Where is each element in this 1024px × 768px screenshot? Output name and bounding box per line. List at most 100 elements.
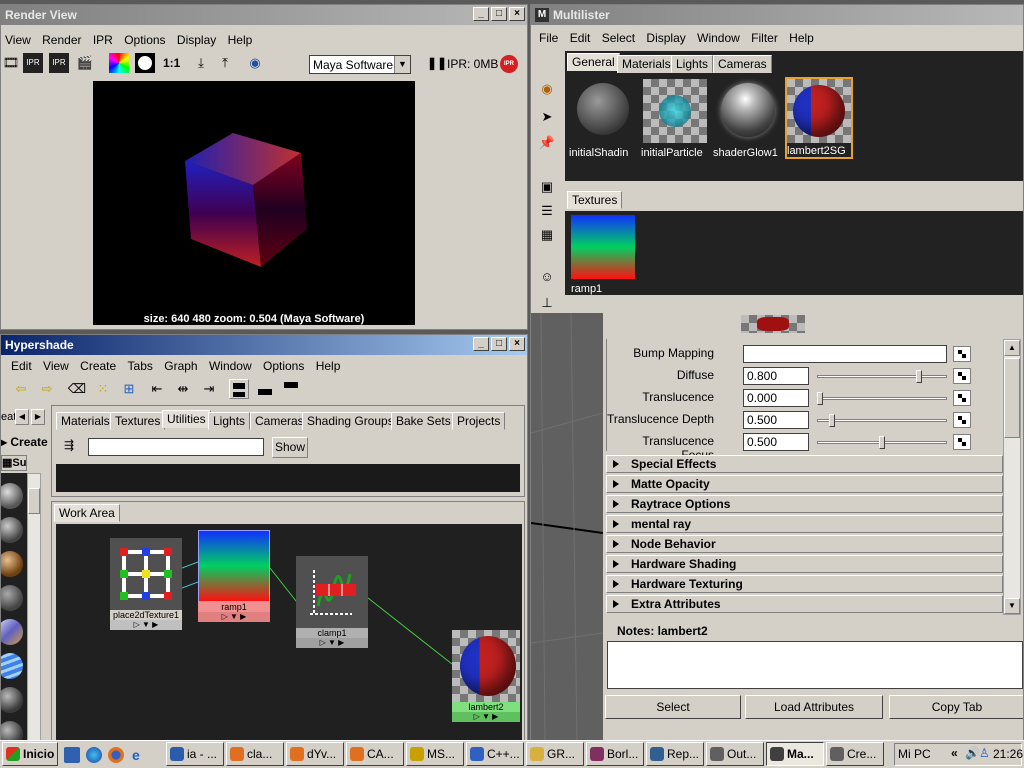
menu-display[interactable]: Display [173, 31, 220, 49]
attr-slider[interactable] [817, 375, 947, 378]
chevron-down-icon[interactable]: ▼ [394, 56, 410, 73]
menu-display[interactable]: Display [642, 29, 689, 47]
node-ports[interactable]: ▷ ▼ ▶ [452, 712, 520, 722]
node-ports[interactable]: ▷ ▼ ▶ [110, 620, 182, 630]
layout-bottom-icon[interactable] [255, 379, 275, 399]
taskbar-button[interactable]: Rep... [646, 742, 704, 766]
tab-cameras[interactable]: Cameras [713, 55, 772, 73]
tab-cameras[interactable]: Cameras [250, 412, 309, 430]
tray-label[interactable]: Mi PC [898, 747, 931, 761]
ipr-refresh-icon[interactable]: IPR [49, 53, 69, 73]
scroll-down-arrow-icon[interactable]: ▼ [1004, 598, 1020, 614]
pin-icon[interactable]: 📌 [537, 133, 557, 153]
expand-triangle-icon[interactable] [613, 480, 619, 488]
copy-tab-button[interactable]: Copy Tab [889, 695, 1023, 719]
phong-swatch-icon[interactable] [1, 687, 23, 713]
volume-icon[interactable]: 🔊 [965, 746, 980, 760]
scroll-left-arrow-icon[interactable]: ◀ [15, 409, 29, 425]
network-icon[interactable]: ♙ [979, 746, 990, 760]
menu-options[interactable]: Options [259, 357, 308, 375]
taskbar-button[interactable]: Cre... [826, 742, 884, 766]
tab-textures[interactable]: Textures [567, 191, 623, 209]
frame-hardware-shading[interactable]: Hardware Shading [606, 555, 1003, 573]
list-icon[interactable]: ☰ [537, 201, 557, 221]
tab-utilities[interactable]: Utilities [162, 410, 211, 428]
menu-edit[interactable]: Edit [566, 29, 595, 47]
tab-shading-groups[interactable]: Shading Groups [302, 412, 399, 430]
tray-expand-icon[interactable]: « [951, 746, 958, 760]
slider-thumb[interactable] [817, 392, 823, 405]
close-button[interactable]: × [509, 337, 525, 351]
node-ports[interactable]: ▷ ▼ ▶ [296, 638, 368, 648]
map-button-icon[interactable] [953, 412, 971, 428]
map-button-icon[interactable] [953, 346, 971, 362]
expand-triangle-icon[interactable] [613, 520, 619, 528]
anisotropic-swatch-icon[interactable] [1, 483, 23, 509]
grid-icon[interactable]: ▦ [537, 225, 557, 245]
slider-thumb[interactable] [829, 414, 836, 427]
taskbar-button[interactable]: MS... [406, 742, 464, 766]
ocean-swatch-icon[interactable] [1, 653, 23, 679]
scroll-up-arrow-icon[interactable]: ▲ [1004, 340, 1020, 356]
render-globals-icon[interactable]: ◉ [245, 53, 265, 73]
graph-dots-icon[interactable]: ⁙ [93, 379, 113, 399]
expand-triangle-icon[interactable] [613, 460, 619, 468]
maximize-button[interactable]: □ [491, 337, 507, 351]
hair-swatch-icon[interactable] [1, 551, 23, 577]
notes-field[interactable] [607, 641, 1023, 689]
select-button[interactable]: Select [605, 695, 741, 719]
render-view-titlebar[interactable]: Render View [1, 5, 527, 25]
minimize-button[interactable]: _ [473, 337, 489, 351]
frame-extra-attributes[interactable]: Extra Attributes [606, 595, 1003, 613]
attr-value-field[interactable]: 0.000 [743, 389, 809, 407]
lambert-swatch-icon[interactable] [1, 585, 23, 611]
tab-projects[interactable]: Projects [452, 412, 506, 430]
remove-image-icon[interactable]: ⤒ [215, 53, 235, 73]
attr-slider[interactable] [817, 397, 947, 400]
frame-special-effects[interactable]: Special Effects [606, 455, 1003, 473]
swatch-shaderglow[interactable]: shaderGlow1 [713, 79, 779, 159]
attr-value-field[interactable]: 0.500 [743, 433, 809, 451]
expand-triangle-icon[interactable] [613, 580, 619, 588]
slider-thumb[interactable] [916, 370, 923, 383]
rgb-channel-icon[interactable] [109, 53, 129, 73]
tab-bake-sets[interactable]: Bake Sets [391, 412, 456, 430]
taskbar-button[interactable]: ia - ... [166, 742, 224, 766]
menu-filter[interactable]: Filter [747, 29, 782, 47]
cube-icon[interactable]: ▣ [537, 177, 557, 197]
menu-options[interactable]: Options [120, 31, 169, 49]
frame-node-behavior[interactable]: Node Behavior [606, 535, 1003, 553]
node-clamp1[interactable]: clamp1 ▷ ▼ ▶ [296, 556, 368, 652]
pause-icon[interactable]: ❚❚ [427, 56, 447, 70]
select-arrow-icon[interactable]: ➤ [537, 107, 557, 127]
menu-render[interactable]: Render [38, 31, 85, 49]
taskbar-button[interactable]: Ma... [766, 742, 824, 766]
taskbar-button[interactable]: Out... [706, 742, 764, 766]
taskbar-button[interactable]: C++... [466, 742, 524, 766]
sub-tab[interactable]: ▦Su [1, 455, 27, 471]
render-region-icon[interactable]: 🎬 [75, 53, 95, 73]
attribute-scrollbar[interactable]: ▲ ▼ [1003, 339, 1021, 615]
menu-tabs[interactable]: Tabs [124, 357, 157, 375]
menu-select[interactable]: Select [598, 29, 639, 47]
swatch-initialparticle[interactable]: initialParticle [641, 79, 707, 159]
blinn-swatch-icon[interactable] [1, 517, 23, 543]
bump-field[interactable] [743, 345, 947, 363]
menu-window[interactable]: Window [693, 29, 744, 47]
tab-general[interactable]: General [567, 53, 620, 71]
expand-triangle-icon[interactable] [613, 500, 619, 508]
menu-help[interactable]: Help [224, 31, 257, 49]
show-button[interactable]: Show [272, 437, 308, 458]
ipr-stop-icon[interactable]: IPR [500, 55, 518, 73]
scroll-right-arrow-icon[interactable]: ▶ [31, 409, 45, 425]
render-frame-icon[interactable]: 🎞 [1, 53, 21, 73]
attr-value-field[interactable]: 0.800 [743, 367, 809, 385]
create-label[interactable]: ▸ Create [1, 435, 48, 449]
expand-triangle-icon[interactable] [613, 540, 619, 548]
hypershade-titlebar[interactable]: Hypershade [1, 335, 527, 355]
desktop-icon[interactable] [64, 747, 80, 763]
layout-both-icon[interactable] [229, 379, 249, 399]
menu-view[interactable]: View [1, 31, 35, 49]
slider-thumb[interactable] [879, 436, 885, 449]
menu-graph[interactable]: Graph [160, 357, 201, 375]
